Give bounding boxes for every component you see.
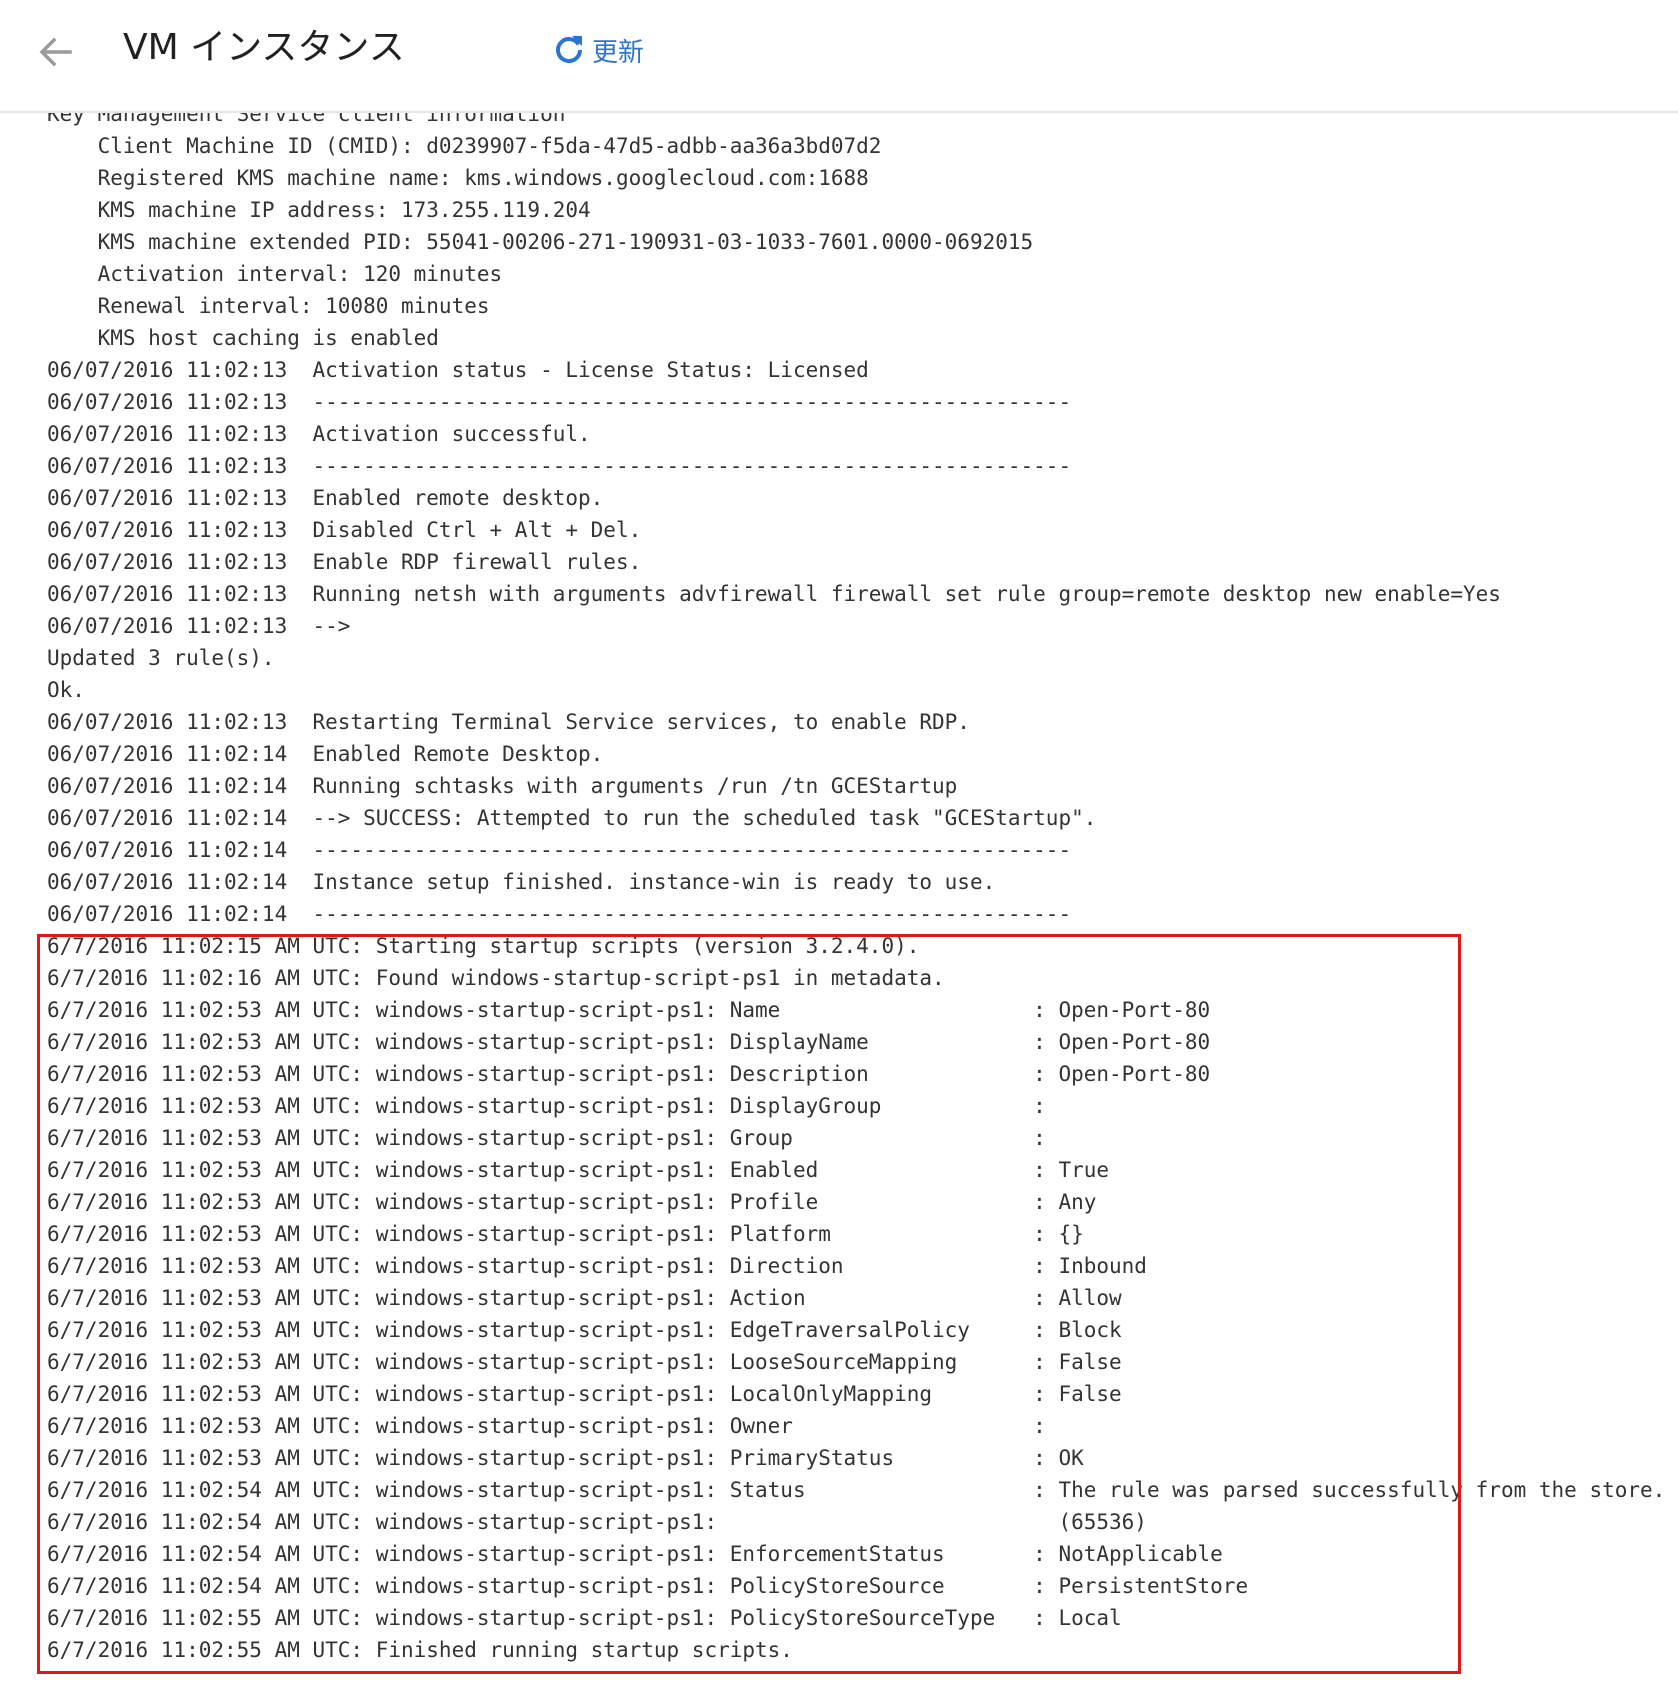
log-line: 6/7/2016 11:02:53 AM UTC: windows-startu… xyxy=(47,1318,1122,1342)
log-line: 06/07/2016 11:02:13 Enabled remote deskt… xyxy=(47,486,604,510)
log-line: 6/7/2016 11:02:53 AM UTC: windows-startu… xyxy=(47,1286,1122,1310)
log-line: KMS machine IP address: 173.255.119.204 xyxy=(47,198,591,222)
log-line: 6/7/2016 11:02:54 AM UTC: windows-startu… xyxy=(47,1574,1249,1598)
log-line: 6/7/2016 11:02:53 AM UTC: windows-startu… xyxy=(47,1094,1046,1118)
log-line: 06/07/2016 11:02:13 --------------------… xyxy=(47,454,1072,478)
log-line: 06/07/2016 11:02:13 Disabled Ctrl + Alt … xyxy=(47,518,642,542)
log-line: 6/7/2016 11:02:53 AM UTC: windows-startu… xyxy=(47,1350,1122,1374)
log-line: 6/7/2016 11:02:53 AM UTC: windows-startu… xyxy=(47,1382,1122,1406)
log-line: Updated 3 rule(s). xyxy=(47,646,275,670)
log-line: 06/07/2016 11:02:14 --> SUCCESS: Attempt… xyxy=(47,806,1097,830)
log-line: KMS machine extended PID: 55041-00206-27… xyxy=(47,230,1034,254)
log-line: 06/07/2016 11:02:13 Enable RDP firewall … xyxy=(47,550,642,574)
log-line: 6/7/2016 11:02:53 AM UTC: windows-startu… xyxy=(47,1126,1046,1150)
log-output: Key Management Service client informatio… xyxy=(47,113,1665,1666)
log-line: 6/7/2016 11:02:54 AM UTC: windows-startu… xyxy=(47,1478,1666,1502)
log-line: 06/07/2016 11:02:13 Activation status - … xyxy=(47,358,869,382)
log-line: 6/7/2016 11:02:53 AM UTC: windows-startu… xyxy=(47,1446,1084,1470)
log-line: 6/7/2016 11:02:53 AM UTC: windows-startu… xyxy=(47,1158,1110,1182)
log-line: 6/7/2016 11:02:16 AM UTC: Found windows-… xyxy=(47,966,945,990)
refresh-icon xyxy=(556,36,583,64)
log-line: 6/7/2016 11:02:53 AM UTC: windows-startu… xyxy=(47,998,1211,1022)
refresh-button[interactable]: 更新 xyxy=(552,28,644,72)
log-line: 06/07/2016 11:02:13 --> xyxy=(47,614,351,638)
back-button[interactable] xyxy=(34,30,78,74)
log-line: 6/7/2016 11:02:15 AM UTC: Starting start… xyxy=(47,934,920,958)
log-line: KMS host caching is enabled xyxy=(47,326,439,350)
log-line: Client Machine ID (CMID): d0239907-f5da-… xyxy=(47,134,882,158)
log-line: 06/07/2016 11:02:13 --------------------… xyxy=(47,390,1072,414)
log-line: 06/07/2016 11:02:14 Enabled Remote Deskt… xyxy=(47,742,604,766)
log-line: 06/07/2016 11:02:14 --------------------… xyxy=(47,838,1072,862)
log-line: 06/07/2016 11:02:13 Activation successfu… xyxy=(47,422,591,446)
log-line: Registered KMS machine name: kms.windows… xyxy=(47,166,869,190)
log-line: 6/7/2016 11:02:55 AM UTC: windows-startu… xyxy=(47,1606,1122,1630)
refresh-label: 更新 xyxy=(592,37,645,68)
log-line: 6/7/2016 11:02:53 AM UTC: windows-startu… xyxy=(47,1030,1211,1054)
log-line: 06/07/2016 11:02:13 Restarting Terminal … xyxy=(47,710,970,734)
log-line: 06/07/2016 11:02:14 Instance setup finis… xyxy=(47,870,996,894)
log-line: 6/7/2016 11:02:53 AM UTC: windows-startu… xyxy=(47,1254,1147,1278)
log-line: 06/07/2016 11:02:14 Running schtasks wit… xyxy=(47,774,958,798)
log-line: 6/7/2016 11:02:53 AM UTC: windows-startu… xyxy=(47,1190,1097,1214)
page-title: VM インスタンス xyxy=(123,27,405,68)
log-line: 6/7/2016 11:02:54 AM UTC: windows-startu… xyxy=(47,1510,1147,1534)
log-line: Ok. xyxy=(47,678,85,702)
log-line: 6/7/2016 11:02:55 AM UTC: Finished runni… xyxy=(47,1638,793,1662)
log-line: 6/7/2016 11:02:54 AM UTC: windows-startu… xyxy=(47,1542,1223,1566)
serial-console-log[interactable]: Key Management Service client informatio… xyxy=(0,113,1678,1700)
log-line: 6/7/2016 11:02:53 AM UTC: windows-startu… xyxy=(47,1414,1046,1438)
page-header: VM インスタンス 更新 xyxy=(0,0,1678,113)
log-line: Key Management Service client informatio… xyxy=(47,113,566,126)
log-line: 06/07/2016 11:02:14 --------------------… xyxy=(47,902,1072,926)
arrow-left-icon xyxy=(39,37,72,67)
log-line: 6/7/2016 11:02:53 AM UTC: windows-startu… xyxy=(47,1222,1084,1246)
log-line: Activation interval: 120 minutes xyxy=(47,262,503,286)
log-line: 06/07/2016 11:02:13 Running netsh with a… xyxy=(47,582,1501,606)
log-line: Renewal interval: 10080 minutes xyxy=(47,294,490,318)
log-line: 6/7/2016 11:02:53 AM UTC: windows-startu… xyxy=(47,1062,1211,1086)
